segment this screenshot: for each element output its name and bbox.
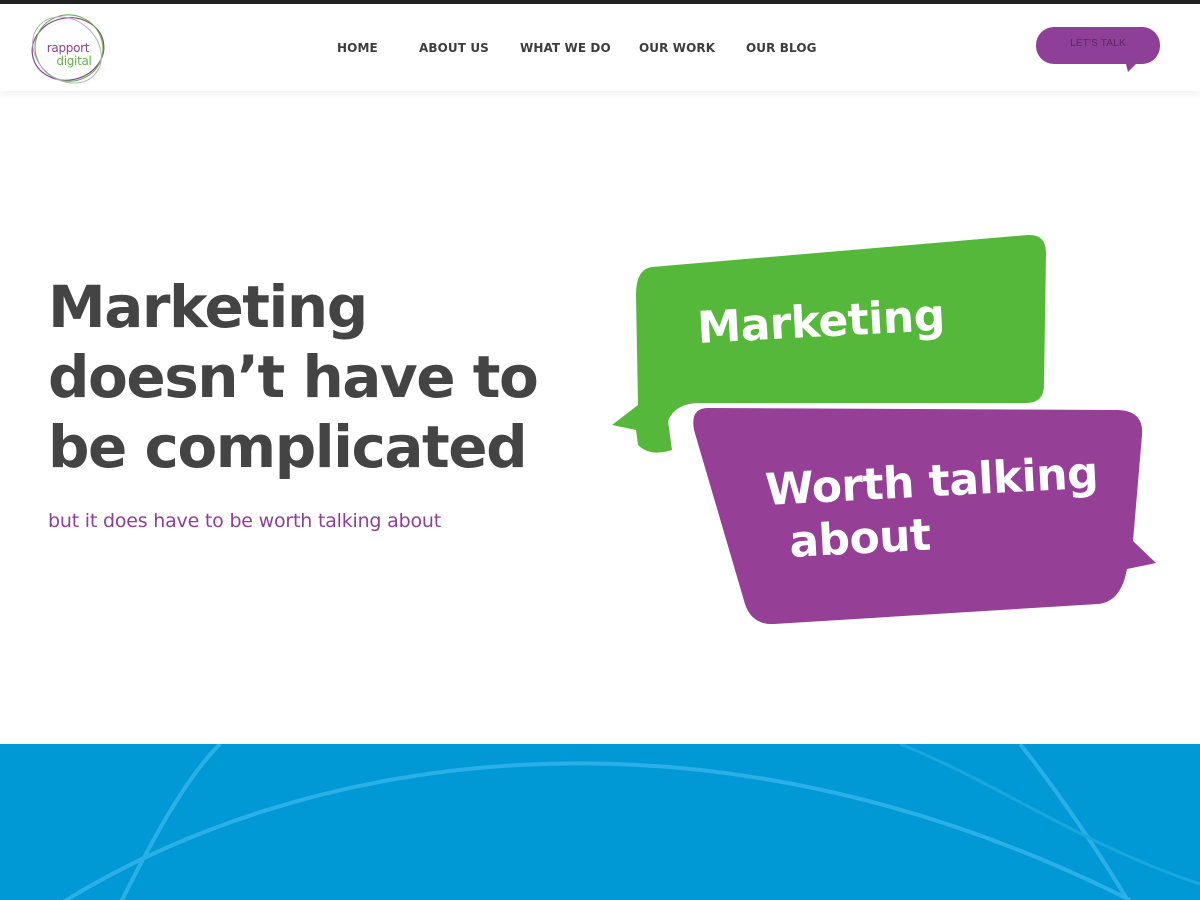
nav-what-we-do[interactable]: WHAT WE DO [520,41,611,55]
nav-home[interactable]: HOME [337,41,378,55]
main-nav: HOME ABOUT US WHAT WE DO OUR WORK OUR BL… [0,41,1200,61]
hero-title-line-2: doesn’t have to [48,343,539,411]
speech-bubbles-graphic: Marketing Worth talking about [600,225,1170,640]
hero-title-line-1: Marketing [48,273,368,341]
hero-title-line-3: be complicated [48,413,528,481]
hero-title: Marketing doesn’t have to be complicated [48,272,568,482]
nav-about-us[interactable]: ABOUT US [419,41,489,55]
blue-band-section [0,744,1200,900]
speech-bubble-icon [1036,27,1160,72]
lets-talk-button[interactable]: LET'S TALK [1036,27,1160,75]
decorative-arcs-icon [62,744,1200,900]
purple-bubble-text-line-2: about [788,509,932,568]
nav-our-blog[interactable]: OUR BLOG [746,41,817,55]
speech-bubbles-icon [612,234,1160,630]
lets-talk-label: LET'S TALK [1070,38,1126,49]
nav-our-work[interactable]: OUR WORK [639,41,715,55]
hero-subtitle: but it does have to be worth talking abo… [48,510,441,532]
site-header: rapport digital HOME ABOUT US WHAT WE DO… [0,4,1200,91]
